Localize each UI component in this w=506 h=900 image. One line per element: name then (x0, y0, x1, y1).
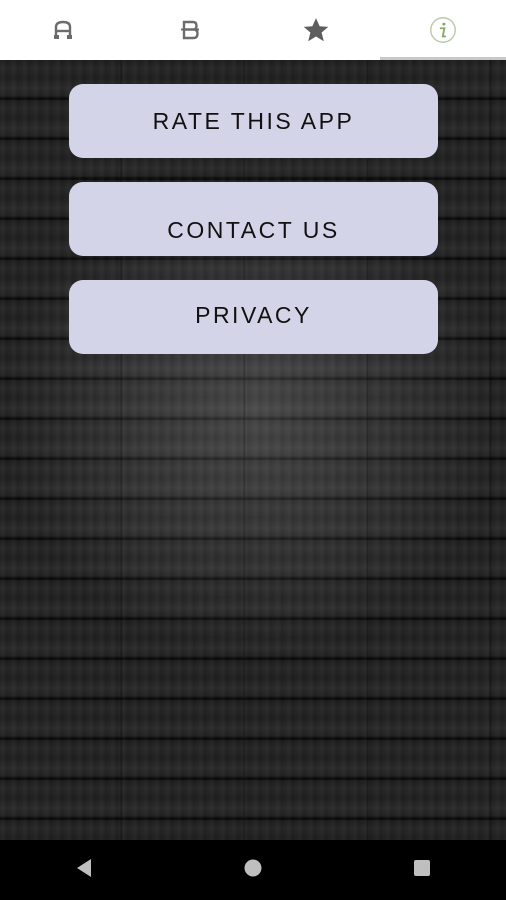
home-button[interactable] (223, 840, 283, 900)
back-button[interactable] (54, 840, 114, 900)
tab-a[interactable] (0, 0, 127, 60)
contact-us-button[interactable]: CONTACT US (69, 182, 438, 256)
app-screen: RATE THIS APP CONTACT US PRIVACY (0, 0, 506, 900)
b-icon (174, 14, 206, 46)
privacy-button[interactable]: PRIVACY (69, 280, 438, 354)
wood-background: RATE THIS APP CONTACT US PRIVACY (0, 60, 506, 840)
system-nav-bar (0, 840, 506, 900)
back-icon (74, 857, 94, 884)
recents-icon (412, 858, 432, 883)
star-icon (300, 14, 332, 46)
info-icon (427, 14, 459, 46)
a-car-icon (47, 14, 79, 46)
recents-button[interactable] (392, 840, 452, 900)
rate-this-app-button[interactable]: RATE THIS APP (69, 84, 438, 158)
tab-bar (0, 0, 506, 60)
tab-info[interactable] (379, 0, 506, 60)
tab-favorites[interactable] (253, 0, 380, 60)
home-icon (243, 858, 263, 883)
tab-b[interactable] (127, 0, 254, 60)
